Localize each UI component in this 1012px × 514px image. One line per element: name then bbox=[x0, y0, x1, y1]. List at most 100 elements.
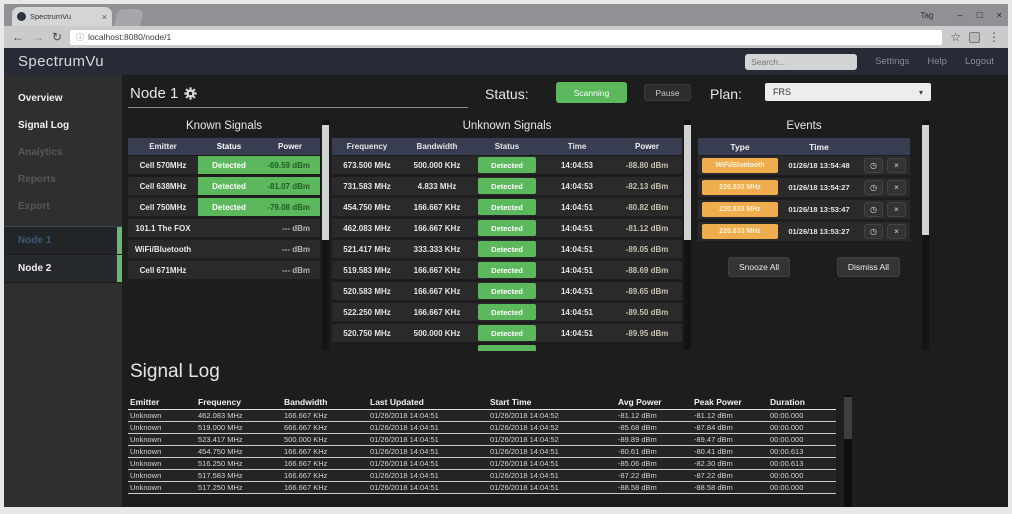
settings-link[interactable]: Settings bbox=[875, 56, 909, 67]
dismiss-event-button[interactable]: × bbox=[887, 180, 906, 195]
signal-log-header: Emitter Frequency Bandwidth Last Updated… bbox=[128, 395, 836, 410]
unknown-signal-row: 673.500 MHz 500.000 KHz Detected 14:04:5… bbox=[332, 156, 682, 174]
last-updated-cell: 01/26/2018 14:04:51 bbox=[370, 471, 490, 480]
signal-log-row: Unknown 454.750 MHz 166.667 KHz 01/26/20… bbox=[128, 446, 836, 458]
browser-tab[interactable]: SpectrumVu × bbox=[12, 7, 112, 26]
bandwidth-cell: 500.000 KHz bbox=[402, 324, 472, 342]
unknown-signal-row: 520.583 MHz 166.667 KHz Detected 14:04:5… bbox=[332, 282, 682, 300]
favicon-icon bbox=[17, 12, 26, 21]
time-cell: 14:04:53 bbox=[542, 177, 612, 195]
gear-icon[interactable] bbox=[184, 87, 197, 100]
status-cell: Detected bbox=[472, 324, 542, 342]
status-cell: Detected bbox=[472, 303, 542, 321]
signal-log-row: Unknown 517.583 MHz 166.667 KHz 01/26/20… bbox=[128, 470, 836, 482]
detected-chip: Detected bbox=[478, 157, 536, 173]
sidebar-item[interactable]: Overview bbox=[4, 85, 122, 112]
status-cell: Detected bbox=[472, 177, 542, 195]
frequency-cell: 520.583 MHz bbox=[332, 282, 402, 300]
dismiss-event-button[interactable]: × bbox=[887, 202, 906, 217]
pause-button[interactable]: Pause bbox=[644, 84, 691, 101]
last-updated-cell: 01/26/2018 14:04:51 bbox=[370, 435, 490, 444]
snooze-event-button[interactable]: ◷ bbox=[864, 158, 883, 173]
bandwidth-cell: 666.667 KHz bbox=[284, 423, 370, 432]
start-time-cell: 01/26/2018 14:04:52 bbox=[490, 423, 618, 432]
new-tab-button[interactable] bbox=[114, 9, 144, 26]
detected-chip: Detected bbox=[478, 199, 536, 215]
sidebar-node-item[interactable]: Node 1 bbox=[4, 227, 122, 255]
start-time-cell: 01/26/2018 14:04:51 bbox=[490, 483, 618, 492]
browser-menu-icon[interactable]: ⋮ bbox=[988, 31, 1000, 43]
scrollbar-thumb[interactable] bbox=[844, 397, 852, 439]
signal-log-row: Unknown 462.083 MHz 166.667 KHz 01/26/20… bbox=[128, 410, 836, 422]
unknown-signal-row: 462.083 MHz 166.667 KHz Detected 14:04:5… bbox=[332, 219, 682, 237]
col-emitter: Emitter bbox=[128, 142, 198, 151]
duration-cell: 00:00.613 bbox=[770, 447, 836, 456]
status-cell: Detected bbox=[198, 177, 260, 195]
known-signals-header: Emitter Status Power bbox=[128, 138, 320, 155]
detected-chip: Detected bbox=[478, 304, 536, 320]
snooze-event-button[interactable]: ◷ bbox=[864, 202, 883, 217]
sidebar-item[interactable]: Reports bbox=[4, 166, 122, 193]
bookmark-star-icon[interactable]: ☆ bbox=[950, 31, 961, 43]
snooze-all-button[interactable]: Snooze All bbox=[728, 257, 790, 277]
tab-close-icon[interactable]: × bbox=[102, 12, 107, 22]
sidebar-item[interactable]: Signal Log bbox=[4, 112, 122, 139]
search-input[interactable] bbox=[745, 54, 857, 70]
power-cell: -82.13 dBm bbox=[612, 177, 682, 195]
known-signal-row: 101.1 The FOX --- dBm bbox=[128, 219, 320, 237]
extension-icon[interactable] bbox=[969, 32, 980, 43]
back-icon[interactable]: ← bbox=[12, 31, 24, 43]
dismiss-all-button[interactable]: Dismiss All bbox=[837, 257, 900, 277]
frequency-cell: 454.750 MHz bbox=[332, 198, 402, 216]
reload-icon[interactable]: ↻ bbox=[52, 31, 62, 43]
snooze-event-button[interactable]: ◷ bbox=[864, 224, 883, 239]
frequency-cell: 519.000 MHz bbox=[198, 423, 284, 432]
unknown-signal-row: 731.583 MHz 4.833 MHz Detected 14:04:53 … bbox=[332, 177, 682, 195]
power-cell: -89.50 dBm bbox=[612, 303, 682, 321]
forward-icon[interactable]: → bbox=[32, 31, 44, 43]
duration-cell: 00:00.000 bbox=[770, 423, 836, 432]
plan-select[interactable]: FRS ▾ bbox=[765, 83, 931, 101]
col-power: Power bbox=[612, 142, 682, 151]
bandwidth-cell: 166.667 KHz bbox=[402, 261, 472, 279]
event-time: 01/26/18 13:53:27 bbox=[778, 227, 860, 236]
frequency-cell: 462.083 MHz bbox=[332, 219, 402, 237]
sidebar-item[interactable]: Analytics bbox=[4, 139, 122, 166]
dismiss-event-button[interactable]: × bbox=[887, 158, 906, 173]
event-type-badge: 220.833 MHz bbox=[702, 224, 778, 239]
unknown-signals-table: 673.500 MHz 500.000 KHz Detected 14:04:5… bbox=[332, 156, 682, 345]
scrollbar-thumb[interactable] bbox=[322, 125, 329, 240]
minimize-icon[interactable]: – bbox=[957, 10, 962, 21]
signal-log-row: Unknown 523.417 MHz 500.000 KHz 01/26/20… bbox=[128, 434, 836, 446]
site-info-icon[interactable]: ⓘ bbox=[76, 32, 84, 43]
duration-cell: 00:00.613 bbox=[770, 459, 836, 468]
node-label: Node 1 bbox=[18, 235, 51, 246]
maximize-icon[interactable]: □ bbox=[977, 10, 983, 21]
app-header: SpectrumVu Settings Help Logout bbox=[4, 48, 1008, 75]
scanning-status-button[interactable]: Scanning bbox=[556, 82, 627, 103]
last-updated-cell: 01/26/2018 14:04:51 bbox=[370, 459, 490, 468]
scrollbar-thumb[interactable] bbox=[684, 125, 691, 240]
scrollbar-thumb[interactable] bbox=[922, 125, 929, 235]
bandwidth-cell: 333.333 KHz bbox=[402, 240, 472, 258]
signal-log-scrollbar bbox=[844, 395, 852, 507]
time-cell: 14:04:51 bbox=[542, 282, 612, 300]
frequency-cell: 523.417 MHz bbox=[198, 435, 284, 444]
help-link[interactable]: Help bbox=[927, 56, 947, 67]
browser-profile-label[interactable]: Tag bbox=[920, 11, 933, 20]
sidebar-node-item[interactable]: Node 2 bbox=[4, 255, 122, 283]
status-cell bbox=[198, 219, 260, 237]
plan-selected-value: FRS bbox=[773, 87, 791, 97]
node-name: Node 1 bbox=[130, 85, 178, 102]
snooze-event-button[interactable]: ◷ bbox=[864, 180, 883, 195]
event-row: 220.833 MHz 01/26/18 13:53:27 ◷ × bbox=[698, 222, 910, 241]
status-cell: Detected bbox=[472, 282, 542, 300]
peak-power-cell: -87.22 dBm bbox=[694, 471, 770, 480]
dismiss-event-button[interactable]: × bbox=[887, 224, 906, 239]
duration-cell: 00:00.000 bbox=[770, 435, 836, 444]
sidebar-item[interactable]: Export bbox=[4, 193, 122, 220]
address-bar[interactable]: ⓘ localhost:8080/node/1 bbox=[70, 30, 942, 45]
emitter-cell: Unknown bbox=[128, 471, 198, 480]
close-icon[interactable]: × bbox=[996, 10, 1002, 21]
logout-link[interactable]: Logout bbox=[965, 56, 994, 67]
